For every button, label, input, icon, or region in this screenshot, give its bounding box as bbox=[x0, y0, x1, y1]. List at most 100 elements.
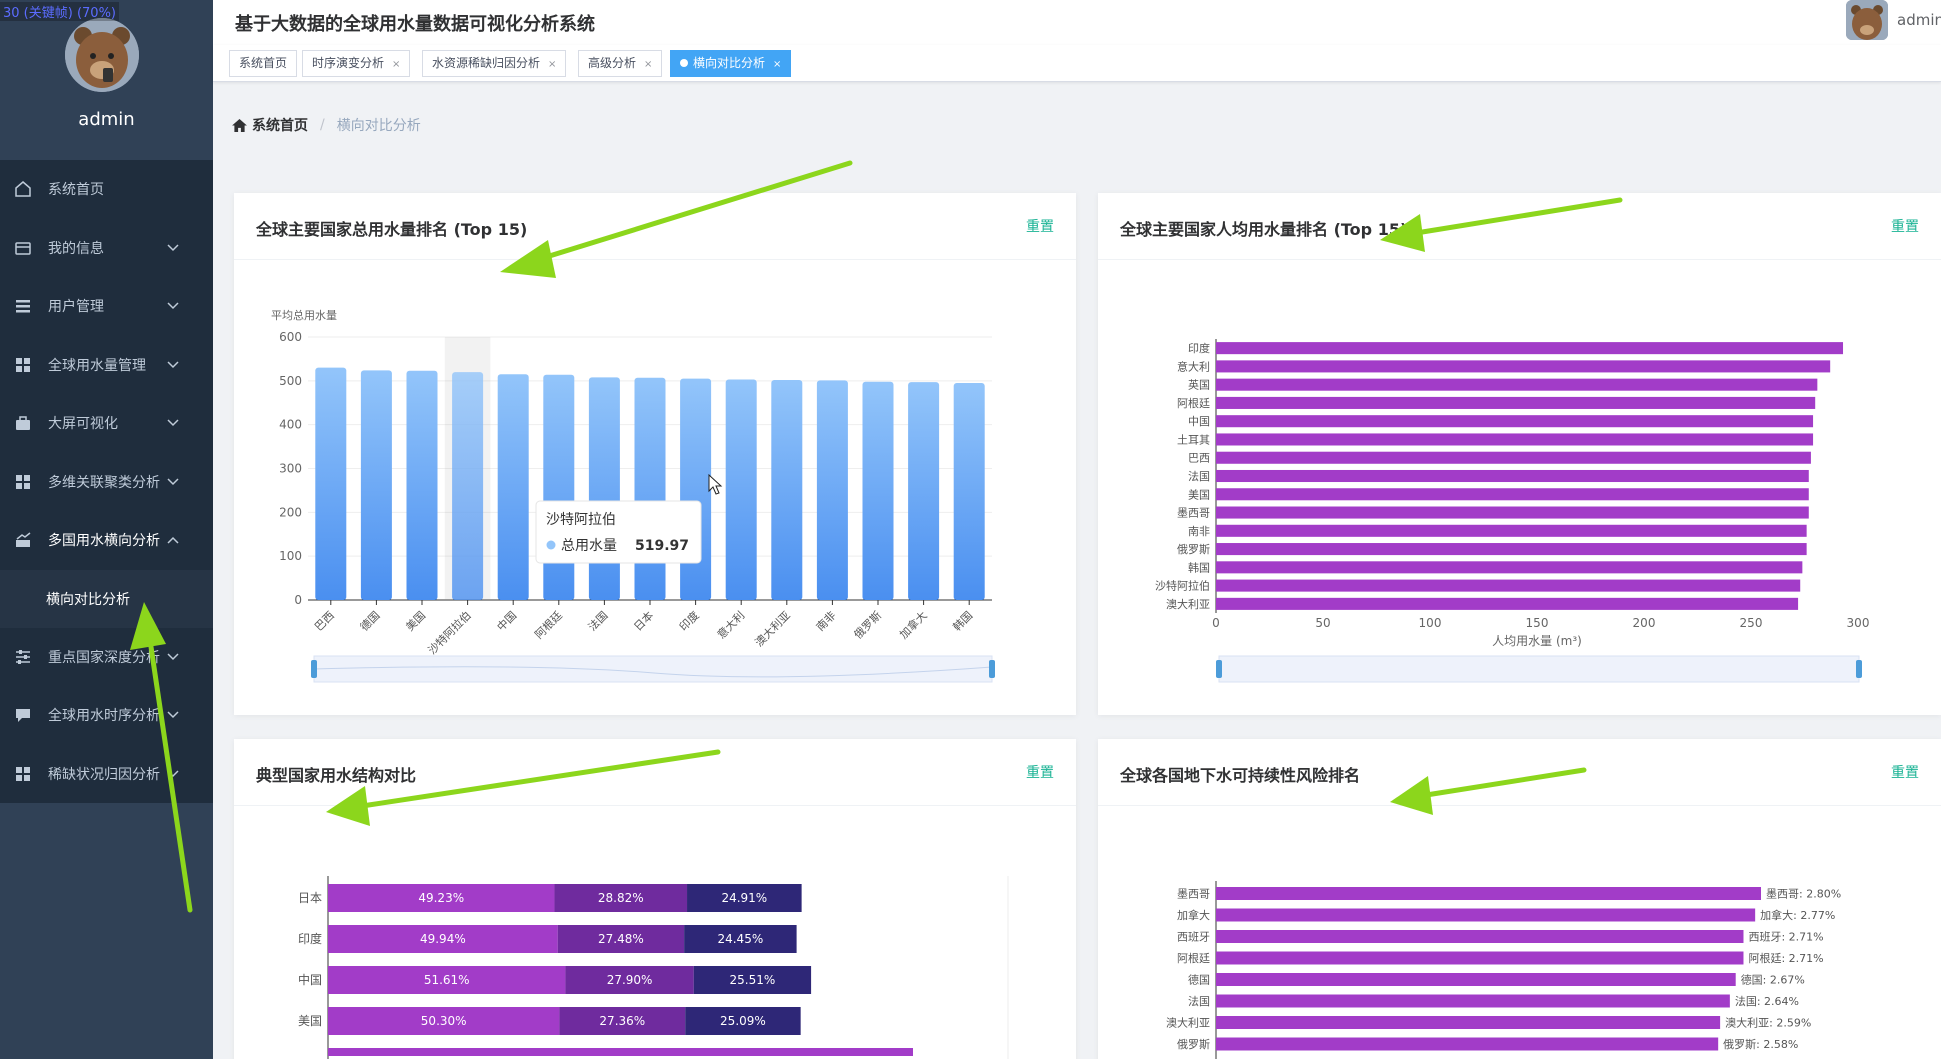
bar[interactable] bbox=[1216, 524, 1807, 537]
datazoom-slider[interactable] bbox=[1218, 655, 1860, 683]
data-label: 28.82% bbox=[598, 891, 644, 905]
grid-icon bbox=[14, 765, 32, 783]
datazoom-handle-left[interactable] bbox=[311, 660, 317, 678]
bar[interactable] bbox=[1216, 1037, 1719, 1051]
bar[interactable] bbox=[725, 379, 757, 600]
breadcrumb-home[interactable]: 系统首页 bbox=[232, 115, 308, 135]
bar[interactable] bbox=[1216, 579, 1801, 592]
x-tick-label: 韩国 bbox=[950, 608, 975, 633]
bar[interactable] bbox=[680, 378, 712, 600]
bar[interactable] bbox=[1216, 994, 1730, 1008]
bar[interactable] bbox=[1216, 506, 1809, 519]
chevron-down-icon bbox=[167, 357, 179, 373]
bar[interactable] bbox=[1216, 887, 1761, 900]
bar[interactable] bbox=[1216, 415, 1814, 428]
bar[interactable] bbox=[1216, 930, 1744, 943]
chevron-down-icon bbox=[167, 649, 179, 665]
sidebar-item-3[interactable]: 全球用水量管理 bbox=[0, 336, 213, 395]
x-tick-label: 沙特阿拉伯 bbox=[425, 608, 474, 657]
y-tick-label: 0 bbox=[294, 593, 302, 607]
bar[interactable] bbox=[771, 379, 803, 600]
bar[interactable] bbox=[1216, 360, 1831, 373]
sidebar-item-6[interactable]: 多国用水横向分析 bbox=[0, 511, 213, 570]
per-capita-chart[interactable]: 印度意大利英国阿根廷中国土耳其巴西法国美国墨西哥南非俄罗斯韩国沙特阿拉伯澳大利亚… bbox=[1098, 193, 1941, 715]
y-tick-label: 加拿大 bbox=[1177, 908, 1210, 922]
sidebar-item-0[interactable]: 系统首页 bbox=[0, 160, 213, 219]
bar[interactable] bbox=[1216, 973, 1736, 986]
tab-4[interactable]: 横向对比分析 × bbox=[670, 50, 792, 77]
x-axis-label: 人均用水量 (m³) bbox=[1492, 634, 1582, 648]
top-avatar[interactable] bbox=[1846, 0, 1888, 40]
bar[interactable] bbox=[1216, 469, 1809, 483]
sidebar-subitem-active[interactable]: 横向对比分析 bbox=[0, 569, 213, 628]
sidebar-item-9[interactable]: 稀缺状况归因分析 bbox=[0, 745, 213, 804]
sidebar-item-5[interactable]: 多维关联聚类分析 bbox=[0, 453, 213, 512]
bar[interactable] bbox=[1216, 561, 1803, 574]
user-avatar[interactable] bbox=[65, 18, 139, 92]
bar[interactable] bbox=[497, 374, 529, 600]
close-icon[interactable]: × bbox=[548, 59, 556, 70]
bar[interactable] bbox=[953, 383, 985, 600]
tab-0[interactable]: 系统首页 bbox=[229, 50, 298, 77]
y-tick-label: 300 bbox=[279, 462, 302, 476]
x-tick-label: 50 bbox=[1315, 616, 1330, 630]
bar[interactable] bbox=[1216, 378, 1818, 391]
bar[interactable] bbox=[452, 372, 484, 600]
x-tick-label: 美国 bbox=[403, 609, 428, 634]
bar[interactable] bbox=[1216, 396, 1816, 409]
sidebar-item-8[interactable]: 全球用水时序分析 bbox=[0, 686, 213, 745]
datazoom-slider[interactable] bbox=[313, 655, 993, 683]
sidebar-username: admin bbox=[78, 109, 135, 130]
y-tick-label: 500 bbox=[279, 374, 302, 388]
tooltip-series: 总用水量 bbox=[561, 538, 617, 554]
bar[interactable] bbox=[634, 377, 666, 600]
data-label: 24.91% bbox=[721, 891, 767, 905]
total-use-chart[interactable]: 平均总用水量0100200300400500600巴西 德国 美国沙特阿拉伯 中国 阿根… bbox=[234, 193, 1076, 715]
bar[interactable] bbox=[315, 367, 347, 600]
y-tick-label: 400 bbox=[279, 418, 302, 432]
top-username[interactable]: admin bbox=[1897, 11, 1941, 29]
breadcrumb-separator: / bbox=[320, 117, 325, 133]
bar[interactable] bbox=[360, 370, 392, 600]
bar[interactable] bbox=[1216, 342, 1844, 355]
y-tick-label: 印度 bbox=[298, 931, 322, 946]
bar[interactable] bbox=[543, 374, 575, 600]
close-icon[interactable]: × bbox=[773, 59, 781, 70]
bar[interactable] bbox=[588, 377, 620, 600]
tab-3[interactable]: 高级分析 × bbox=[578, 50, 663, 77]
bar[interactable] bbox=[1216, 908, 1756, 922]
bar[interactable] bbox=[406, 370, 438, 600]
bar[interactable] bbox=[1216, 451, 1811, 464]
datazoom-handle-left[interactable] bbox=[1216, 660, 1222, 678]
bar[interactable] bbox=[1216, 597, 1799, 610]
bar[interactable] bbox=[1216, 1016, 1721, 1029]
y-tick-label: 意大利 bbox=[1177, 359, 1210, 373]
close-icon[interactable]: × bbox=[392, 59, 400, 70]
x-tick-label: 阿根廷 bbox=[532, 608, 565, 641]
y-tick-label: 法国 bbox=[1188, 994, 1210, 1008]
sidebar-item-4[interactable]: 大屏可视化 bbox=[0, 394, 213, 453]
y-tick-label: 韩国 bbox=[1188, 560, 1210, 574]
y-tick-label: 印度 bbox=[1188, 341, 1210, 355]
sidebar-item-1[interactable]: 我的信息 bbox=[0, 219, 213, 278]
sidebar-item-7[interactable]: 重点国家深度分析 bbox=[0, 628, 213, 687]
bar[interactable] bbox=[1216, 543, 1807, 556]
bar[interactable] bbox=[1216, 433, 1814, 446]
tab-2[interactable]: 水资源稀缺归因分析 × bbox=[422, 50, 567, 77]
bar[interactable] bbox=[862, 381, 894, 600]
close-icon[interactable]: × bbox=[644, 59, 652, 70]
tab-label: 横向对比分析 bbox=[693, 56, 766, 70]
top-navbar: 基于大数据的全球用水量数据可视化分析系统 admin bbox=[213, 0, 1941, 45]
tab-1[interactable]: 时序演变分析 × bbox=[302, 50, 411, 77]
structure-chart[interactable]: 日本 49.23% 28.82% 24.91% 印度 49.94% 27.48% 24.45%… bbox=[234, 739, 1076, 1059]
datazoom-handle-right[interactable] bbox=[1856, 660, 1862, 678]
datazoom-handle-right[interactable] bbox=[989, 660, 995, 678]
y-tick-label: 俄罗斯 bbox=[1177, 1038, 1210, 1051]
sidebar-item-2[interactable]: 用户管理 bbox=[0, 277, 213, 336]
bar[interactable] bbox=[1216, 951, 1744, 965]
groundwater-chart[interactable]: 墨西哥 墨西哥: 2.80% 加拿大 加拿大: 2.77% 西班牙 西班牙: 2.71% 阿… bbox=[1098, 739, 1941, 1059]
bar[interactable] bbox=[908, 382, 940, 600]
bar[interactable] bbox=[816, 380, 848, 600]
y-tick-label: 墨西哥 bbox=[1177, 888, 1210, 901]
bar[interactable] bbox=[1216, 488, 1809, 501]
